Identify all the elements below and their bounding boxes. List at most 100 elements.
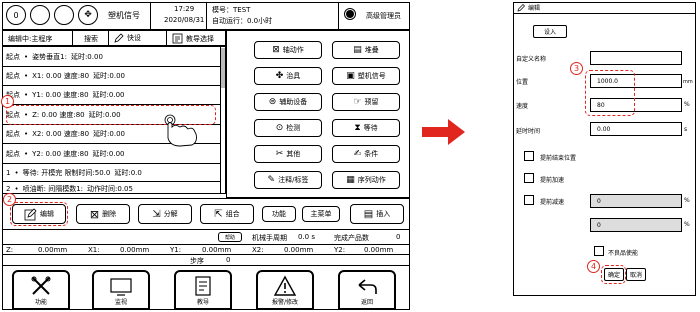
fixture-button[interactable]: ✤ 治具 xyxy=(254,67,322,85)
wait-label: 等待 xyxy=(363,124,378,132)
wait-button[interactable]: ⧗ 等待 xyxy=(332,119,400,137)
other-button[interactable]: ✂ 其他 xyxy=(254,145,322,163)
hourglass-icon: ⧗ xyxy=(354,123,361,133)
stack-label: 堆叠 xyxy=(364,46,379,54)
program-row[interactable]: 起点 • X1: 0.00 速度:80 延时:0.00 xyxy=(6,69,222,82)
row-delay: 动作时间:0.05 xyxy=(87,184,133,193)
tools-icon xyxy=(31,276,51,295)
quick-edit-label: 快设 xyxy=(127,34,141,42)
condition-button[interactable]: ✍ 条件 xyxy=(332,145,400,163)
teach-select-label: 教导选择 xyxy=(186,34,214,43)
delay-label: 延时时间 xyxy=(516,128,541,135)
split-icon: ⇲ xyxy=(152,208,161,220)
stack-button[interactable]: ▤ 堆叠 xyxy=(332,41,400,59)
nav-alarm[interactable]: 报警/修改 xyxy=(256,270,314,310)
speed-label: 速度 xyxy=(516,103,529,110)
row-action: 喷油断: 间隔模数1: xyxy=(22,184,84,193)
early-accel-checkbox[interactable] xyxy=(524,173,534,183)
row-start: 起点 xyxy=(6,52,20,61)
header-divider xyxy=(338,2,339,30)
z-value: 0.00mm xyxy=(38,246,68,254)
insert-icon: ▤ xyxy=(363,208,374,220)
decel-unit: % xyxy=(684,197,690,204)
nav-monitor[interactable]: 监视 xyxy=(92,270,150,310)
fixture-icon: ✤ xyxy=(275,71,284,81)
delay-input[interactable]: 0.00 xyxy=(590,122,682,136)
pencil-icon xyxy=(517,3,525,11)
program-row[interactable]: 1 • 等待: 开模完 限制时间:50.0 延时:0.0 xyxy=(6,166,222,179)
sequence-button[interactable]: ▦ 序列动作 xyxy=(332,171,400,189)
machine-signal-label: 塑机信号 xyxy=(357,72,386,80)
row-start: 起点 xyxy=(6,71,20,80)
set-in-button[interactable]: 设入 xyxy=(533,25,567,38)
x1-value: 0.00mm xyxy=(120,246,150,254)
delete-icon: ⊠ xyxy=(89,207,100,221)
cycle-value: 0.0 s xyxy=(298,233,316,241)
main-menu-button[interactable]: 主菜单 xyxy=(302,206,340,222)
program-row[interactable]: 2 • 喷油断: 间隔模数1: 动作时间:0.05 xyxy=(6,182,222,195)
status-light-3: ✥ xyxy=(78,5,98,25)
annotation-button[interactable]: ✎ 注释/标签 xyxy=(254,171,322,189)
teach-icon xyxy=(172,33,183,44)
reserve-icon: ☞ xyxy=(353,97,362,107)
early-decel-label: 提前减速 xyxy=(540,199,565,206)
axis-divider xyxy=(2,254,410,255)
touch-hand-icon xyxy=(158,112,200,152)
function-button[interactable]: 功能 xyxy=(262,206,296,222)
insert-button[interactable]: ▤ 插入 xyxy=(350,204,404,224)
early-end-checkbox[interactable] xyxy=(524,151,534,161)
split-button[interactable]: ⇲ 分解 xyxy=(138,204,192,224)
machine-signal-button[interactable]: ▣ 塑机信号 xyxy=(332,67,400,85)
delete-button[interactable]: ⊠ 删除 xyxy=(76,204,130,224)
nav-monitor-label: 监视 xyxy=(114,299,127,306)
early-accel-label: 提前加速 xyxy=(540,177,565,184)
nav-function[interactable]: 功能 xyxy=(12,270,70,310)
edit-button-highlight xyxy=(10,202,68,226)
nav-return[interactable]: 返回 xyxy=(338,270,396,310)
combine-button[interactable]: ⇱ 组合 xyxy=(200,204,254,224)
user-level[interactable]: 高级管理员 xyxy=(366,11,401,21)
help-button[interactable]: 帮助 xyxy=(218,232,242,242)
arrow-right-icon xyxy=(422,119,465,145)
search-button[interactable]: 搜索 xyxy=(84,34,98,44)
teach-select-button[interactable]: 教导选择 xyxy=(172,33,214,44)
custom-name-input[interactable] xyxy=(590,51,682,65)
nav-teach[interactable]: 教导 xyxy=(174,270,232,310)
row-action: Y1: 0.00 速度:80 xyxy=(32,90,89,99)
toolbar-divider xyxy=(72,30,73,46)
product-value: 0 xyxy=(396,233,401,241)
row-bullet: • xyxy=(24,149,29,158)
row-bullet: • xyxy=(14,168,19,177)
clock-date: 2020/08/31 xyxy=(164,16,205,24)
cancel-button[interactable]: 取消 xyxy=(626,268,646,281)
pencil-icon xyxy=(114,33,124,43)
program-row[interactable]: 起点 • 姿势垂直1: 延时:0.00 xyxy=(6,50,222,63)
dialog-title-bar: 编辑 xyxy=(513,2,696,14)
quick-edit-button[interactable]: 快设 xyxy=(114,33,141,43)
row-action: X1: 0.00 速度:80 xyxy=(32,71,90,80)
row-bullet: • xyxy=(14,184,19,193)
program-row[interactable]: 起点 • Y1: 0.00 速度:80 延时:0.00 xyxy=(6,88,222,101)
row-action: Y2: 0.00 速度:80 xyxy=(32,149,89,158)
nav-alarm-label: 报警/修改 xyxy=(271,299,299,306)
tools-icon: ✂ xyxy=(275,149,284,159)
step-value: 0 xyxy=(226,256,231,264)
decel-input[interactable]: 0 xyxy=(590,194,682,208)
aux-device-button[interactable]: ⊜ 辅助设备 xyxy=(254,93,322,111)
defect-checkbox[interactable] xyxy=(594,246,604,256)
cycle-label: 机械手周期 xyxy=(252,234,287,242)
condition-icon: ✍ xyxy=(353,149,362,159)
reserve-button[interactable]: ☞ 预留 xyxy=(332,93,400,111)
speed-unit: % xyxy=(684,101,690,108)
row-bullet: • xyxy=(24,71,29,80)
value2-input[interactable]: 0 xyxy=(590,218,682,232)
row-divider xyxy=(2,163,220,164)
axis-action-button[interactable]: ⊠ 轴动作 xyxy=(254,41,322,59)
edit-mode-label: 编辑中:主程序 xyxy=(8,35,53,43)
auto-run-label: 自动运行：0.0小时 xyxy=(212,17,273,25)
row-step: 2 xyxy=(6,184,11,193)
status-light-2 xyxy=(54,5,74,25)
detect-button[interactable]: ⊙ 检测 xyxy=(254,119,322,137)
early-decel-checkbox[interactable] xyxy=(524,195,534,205)
edit-dialog xyxy=(513,2,696,296)
